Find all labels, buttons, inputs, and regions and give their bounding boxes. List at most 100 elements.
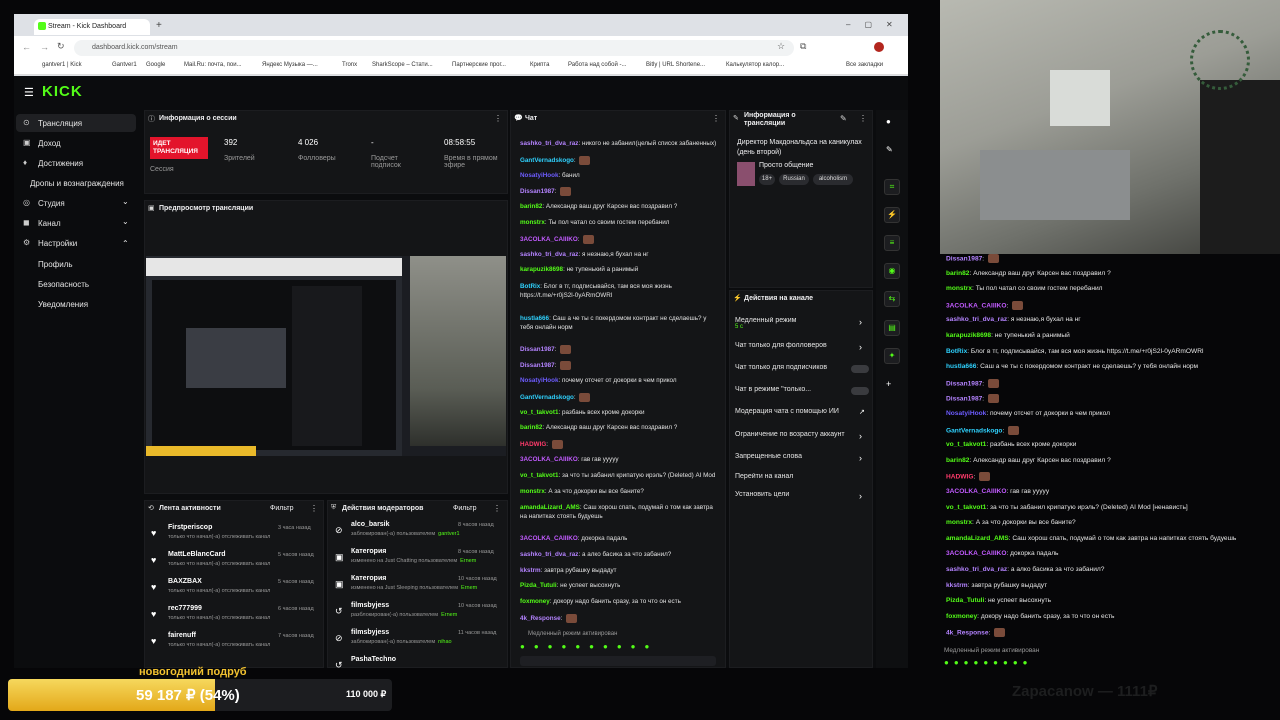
mod-action-actor[interactable]: nihao: [438, 639, 451, 645]
channel-action-item[interactable]: Чат в режиме "только...: [735, 386, 875, 395]
chat-username[interactable]: Pizda_Tutuli: [520, 582, 557, 589]
sidebar-item-notifications[interactable]: Уведомления: [16, 295, 136, 313]
bookmark-item[interactable]: Все закладки: [846, 62, 883, 68]
chat-username[interactable]: vo_t_takvot1: [946, 441, 986, 448]
chat-username[interactable]: monstrx: [520, 219, 545, 226]
chat-username[interactable]: Dissan1987: [520, 189, 555, 196]
stream-tag[interactable]: alcoholism: [813, 174, 853, 185]
chat-username[interactable]: 3ACOLKA_CAIIIKO: [520, 456, 578, 463]
flash-icon[interactable]: ⚡: [884, 207, 900, 223]
sidebar-item-revenue[interactable]: ▣ Доход: [16, 134, 136, 152]
category-name[interactable]: Просто общение: [759, 162, 813, 169]
bookmark-item[interactable]: gantver1 | Kick: [42, 62, 82, 68]
kick-logo[interactable]: KICK: [42, 83, 83, 100]
bookmark-item[interactable]: Яндекс Музыка —...: [262, 62, 318, 68]
edit-icon[interactable]: ✎: [840, 114, 847, 123]
chat-username[interactable]: NosatyiHook: [520, 172, 559, 179]
mod-action-name[interactable]: PashaTechno: [351, 656, 396, 663]
activity-user[interactable]: rec777999: [168, 605, 202, 612]
menu-icon[interactable]: ☰: [24, 86, 34, 99]
channel-action-item[interactable]: Установить цели ›: [735, 491, 875, 501]
link-icon[interactable]: ⇆: [884, 291, 900, 307]
mod-action-actor[interactable]: Ernem: [441, 612, 457, 618]
chat-username[interactable]: sashko_tri_dva_raz: [520, 140, 578, 147]
forward-icon[interactable]: →: [40, 42, 49, 52]
chat-username[interactable]: HADWIG: [520, 441, 546, 448]
session-more-icon[interactable]: ⋮: [494, 114, 502, 123]
chat-username[interactable]: 3ACOLKA_CAIIIKO: [520, 535, 578, 542]
channel-action-item[interactable]: Чат только для фолловеров ›: [735, 342, 875, 352]
chat-username[interactable]: hustla666: [520, 315, 549, 322]
chat-username[interactable]: barin82: [946, 457, 969, 464]
profile-avatar[interactable]: [874, 42, 884, 52]
extensions-icon[interactable]: ⧉: [800, 41, 806, 52]
chat-username[interactable]: monstrx: [946, 519, 972, 526]
channel-action-item[interactable]: Ограничение по возрасту аккаунт ›: [735, 431, 875, 441]
mod-action-actor[interactable]: Ernem: [460, 558, 476, 564]
chat-username[interactable]: BotRix: [520, 283, 540, 290]
chat-username[interactable]: sashko_tri_dva_raz: [946, 316, 1007, 323]
chat-username[interactable]: 4k_Response: [946, 630, 989, 637]
chat-username[interactable]: karapuzik8698: [520, 266, 563, 273]
channel-action-item[interactable]: Перейти на канал: [735, 473, 875, 480]
pencil-icon[interactable]: ✎: [886, 145, 893, 154]
chat-username[interactable]: barin82: [520, 424, 542, 431]
toggle-switch[interactable]: [851, 387, 869, 395]
activity-user[interactable]: Firstperiscop: [168, 524, 212, 531]
list-icon[interactable]: ≡: [884, 235, 900, 251]
chat-username[interactable]: hustla666: [946, 363, 976, 370]
new-tab-icon[interactable]: +: [156, 20, 162, 31]
bookmark-item[interactable]: Gantver1: [112, 62, 137, 68]
chat-username[interactable]: Dissan1987: [520, 347, 555, 354]
stream-tag[interactable]: Russian: [779, 174, 809, 185]
chat-username[interactable]: foxmoney: [946, 613, 977, 620]
browser-tab[interactable]: Stream - Kick Dashboard: [34, 19, 150, 35]
chat-username[interactable]: NosatyiHook: [946, 410, 986, 417]
channel-action-item[interactable]: Медленный режим 5 с ›: [735, 317, 875, 330]
chat-username[interactable]: Pizda_Tutuli: [946, 597, 984, 604]
plus-icon[interactable]: +: [886, 379, 891, 389]
chat-username[interactable]: amandaLizard_AMS: [946, 535, 1009, 542]
activity-user[interactable]: BAXZBAX: [168, 578, 202, 585]
chat-username[interactable]: 3ACOLKA_CAIIIKO: [946, 550, 1006, 557]
chat-username[interactable]: BotRix: [946, 348, 967, 355]
chat-username[interactable]: sashko_tri_dva_raz: [520, 551, 578, 558]
channel-action-item[interactable]: Запрещенные слова ›: [735, 453, 875, 463]
chat-username[interactable]: 4k_Response: [520, 615, 561, 622]
server-icon[interactable]: ▤: [884, 320, 900, 336]
reload-icon[interactable]: ↻: [57, 41, 65, 52]
activity-user[interactable]: fairenuff: [168, 632, 196, 639]
info-icon[interactable]: ●: [886, 117, 891, 126]
chat-more-icon[interactable]: ⋮: [712, 114, 720, 123]
preview-video[interactable]: [146, 256, 506, 456]
chat-username[interactable]: GantVernadskogo: [520, 394, 574, 401]
bookmark-item[interactable]: Tronx: [342, 62, 357, 68]
chat-bubble-icon[interactable]: ◉: [884, 263, 900, 279]
mod-action-name[interactable]: Категория: [351, 548, 386, 555]
bookmark-item[interactable]: Bitly | URL Shortene...: [646, 62, 705, 68]
sidebar-item-profile[interactable]: Профиль: [16, 255, 136, 273]
bookmark-item[interactable]: Mail.Ru: почта, пои...: [184, 62, 242, 68]
sidebar-item-studio[interactable]: ◎ Студия ⌄: [16, 194, 136, 212]
chat-username[interactable]: Dissan1987: [946, 380, 982, 387]
back-icon[interactable]: ←: [22, 42, 31, 52]
mod-action-name[interactable]: filmsbyjess: [351, 602, 389, 609]
mod-action-actor[interactable]: gantver1: [438, 531, 459, 537]
chat-username[interactable]: monstrx: [946, 285, 972, 292]
window-controls[interactable]: –▢✕: [846, 20, 907, 29]
bookmark-item[interactable]: Партнерские прог...: [452, 62, 506, 68]
chat-username[interactable]: sashko_tri_dva_raz: [946, 566, 1007, 573]
bookmark-item[interactable]: Калькулятор калор...: [726, 62, 784, 68]
chat-username[interactable]: 3ACOLKA_CAIIIKO: [520, 236, 578, 243]
mod-action-actor[interactable]: Ernem: [461, 585, 477, 591]
toggle-switch[interactable]: [851, 365, 869, 373]
chat-username[interactable]: vo_t_takvot1: [520, 409, 559, 416]
sidebar-item-drops[interactable]: Дропы и вознаграждения: [16, 174, 136, 192]
tools-icon[interactable]: ✦: [884, 348, 900, 364]
chat-username[interactable]: barin82: [520, 203, 542, 210]
channel-action-item[interactable]: Чат только для подписчиков: [735, 364, 875, 373]
mod-action-name[interactable]: Категория: [351, 575, 386, 582]
activity-filter[interactable]: Фильтр: [270, 505, 294, 512]
chat-username[interactable]: HADWIG: [946, 474, 973, 481]
chat-username[interactable]: 3ACOLKA_CAIIIKO: [946, 488, 1006, 495]
